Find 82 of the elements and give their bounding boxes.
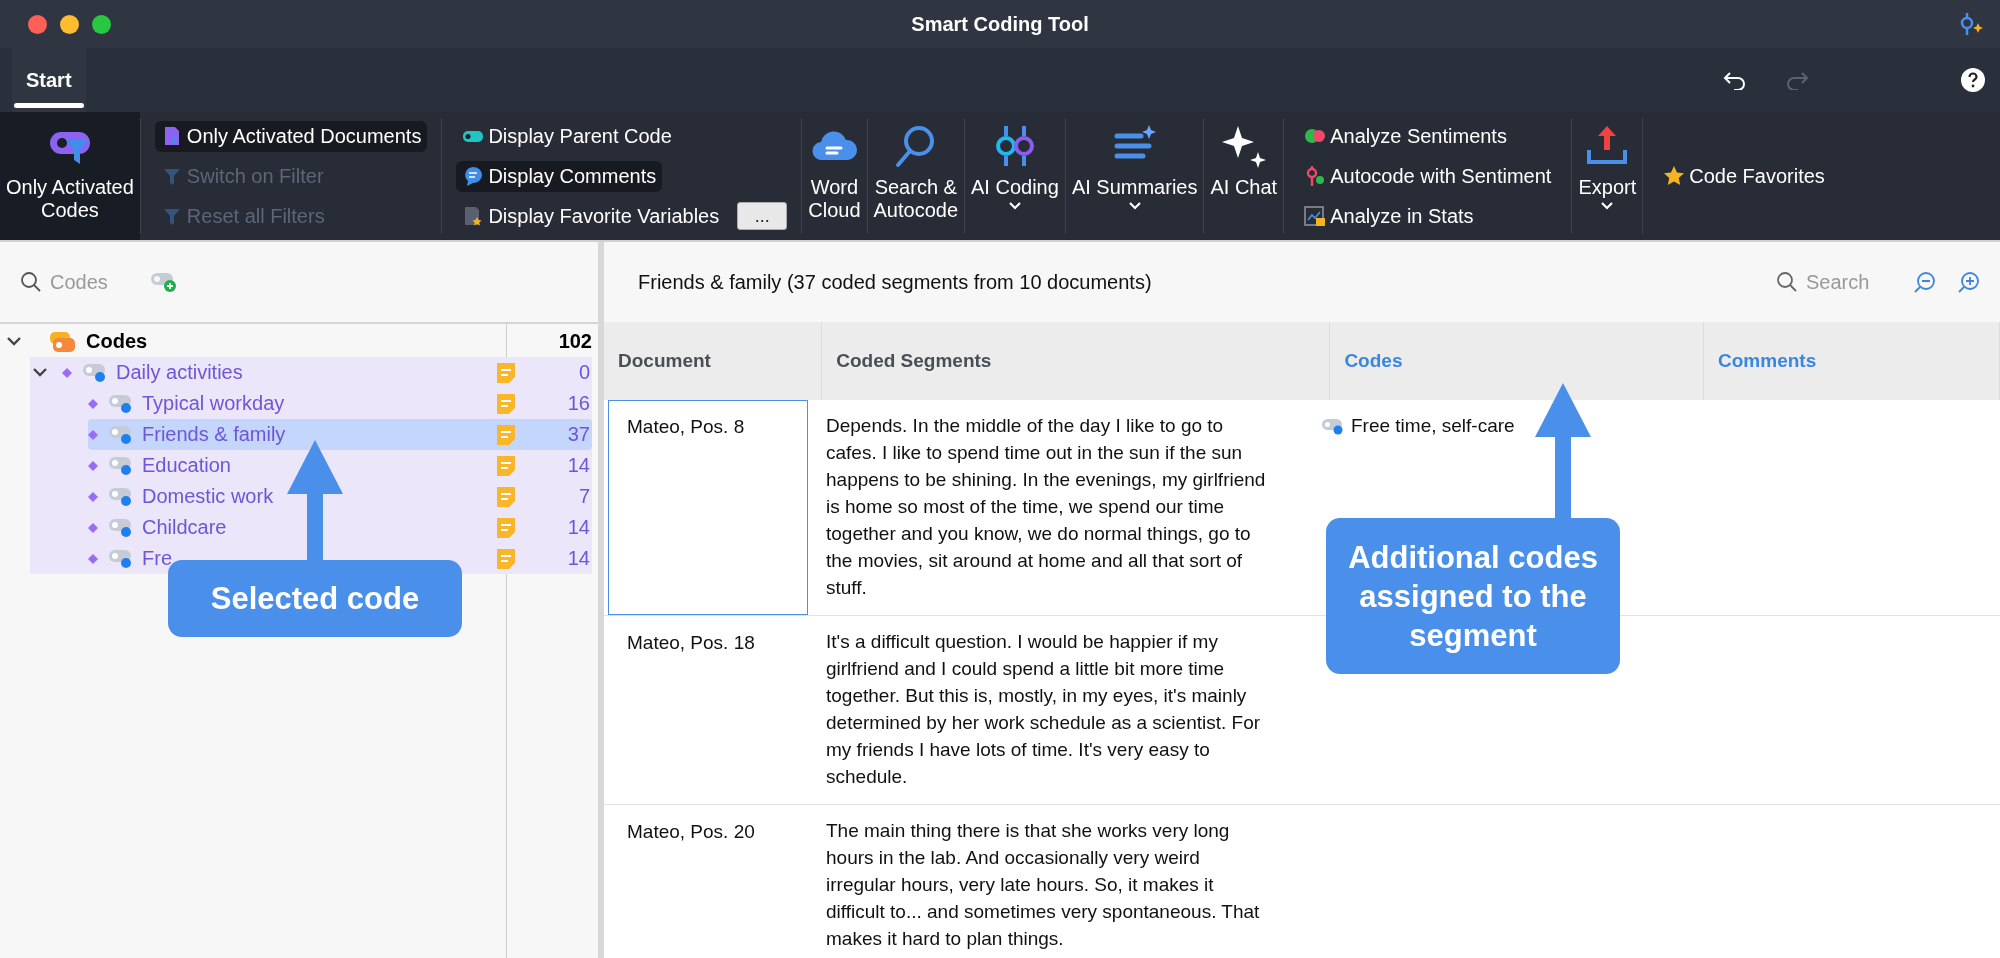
- code-count: 7: [577, 485, 590, 508]
- code-count: 16: [566, 392, 590, 415]
- code-count: 14: [566, 454, 590, 477]
- ribbon-button[interactable]: AI Coding: [965, 112, 1065, 240]
- callout-tooltip: Additional codes assigned to the segment: [1326, 518, 1620, 674]
- chart-icon: [1304, 205, 1327, 227]
- diamond-icon: [88, 491, 98, 502]
- ribbon-button[interactable]: Only Activated Codes: [0, 112, 140, 240]
- code-count: 14: [566, 516, 590, 539]
- code-label: Childcare: [142, 516, 227, 539]
- search-icon: [1776, 271, 1798, 293]
- ribbon-button[interactable]: Display Favorite Variables: [456, 200, 726, 232]
- close-window-button[interactable]: [28, 14, 47, 34]
- ribbon-button[interactable]: Only Activated Documents: [154, 120, 428, 152]
- code-row[interactable]: Friends & family 37: [88, 419, 592, 450]
- pin-icon: [1304, 165, 1327, 187]
- memo-icon[interactable]: [494, 453, 518, 478]
- sparkle-pin-icon[interactable]: [1958, 11, 1984, 37]
- diamond-icon: [88, 553, 98, 564]
- zoom-out-icon[interactable]: [1914, 271, 1936, 293]
- memo-icon[interactable]: [494, 360, 518, 385]
- diamond-icon: [88, 429, 98, 440]
- code-label: Friends & family: [142, 423, 286, 446]
- tree-root-label[interactable]: Codes: [86, 330, 148, 353]
- document-star-icon: [462, 205, 485, 227]
- code-label: Education: [142, 454, 231, 477]
- segment-text: Depends. In the middle of the day I like to go to cafes. I like to spend time out in the sun if the sun happens to be shining. In the evenings, my girlfriend is home so most of the time, we spend our time together and you know, we do normal things, go to the movies, sit around at home and all that sort of stuff.: [825, 414, 1267, 600]
- segments-title: Friends & family (37 coded segments from 10 documents): [638, 270, 1152, 294]
- star-icon: [1663, 165, 1686, 187]
- diamond-icon: [88, 460, 98, 471]
- code-count: 102: [558, 330, 592, 353]
- code-label: Free time, self-care: [1351, 414, 1515, 438]
- document-cell[interactable]: Mateo, Pos. 20: [608, 805, 808, 958]
- comment-icon: [462, 165, 485, 187]
- ribbon-button[interactable]: Analyze Sentiments: [1298, 120, 1513, 152]
- memo-icon[interactable]: [494, 546, 518, 571]
- window-title: Smart Coding Tool: [911, 12, 1089, 36]
- collapse-chevron-icon[interactable]: [6, 335, 22, 348]
- code-row[interactable]: Typical workday 16: [88, 388, 592, 419]
- ribbon-button[interactable]: Autocode with Sentiment: [1298, 160, 1558, 192]
- ribbon-button[interactable]: Analyze in Stats: [1298, 200, 1480, 232]
- ribbon-button[interactable]: Code Favorites: [1657, 160, 1831, 192]
- document-cell[interactable]: Mateo, Pos. 18: [608, 616, 808, 804]
- document-cell[interactable]: Mateo, Pos. 8: [608, 400, 808, 615]
- search-icon: [20, 271, 42, 293]
- segment-text: It's a difficult question. I would be happier if my girlfriend and I could spend a little bit more time together. But this is, mostly, in my eyes, it's mainly determined by her work schedule as a scientist. For my friends I have lots of time. It's very easy to schedule.: [825, 630, 1262, 789]
- code-search-field[interactable]: Codes: [20, 269, 122, 295]
- segment-text: The main thing there is that she works very long hours in the lab. And occasionally very weird irregular hours, very late hours. So, it makes it difficult to... and sometimes very spontaneous. That makes it hard to plan things.: [825, 819, 1261, 951]
- maximize-window-button[interactable]: [92, 14, 111, 34]
- minimize-window-button[interactable]: [60, 14, 79, 34]
- add-code-icon[interactable]: [150, 270, 178, 294]
- diamond-icon: [62, 367, 72, 378]
- code-count: 0: [577, 361, 590, 384]
- memo-icon[interactable]: [494, 484, 518, 509]
- ribbon-button[interactable]: Display Parent Code: [456, 120, 678, 152]
- help-icon[interactable]: [1960, 67, 1986, 93]
- ribbon-button[interactable]: Search & Autocode: [867, 112, 965, 240]
- ribbon-button[interactable]: Export: [1572, 112, 1643, 240]
- column-header[interactable]: Document: [604, 322, 823, 400]
- collapse-chevron-icon[interactable]: [32, 366, 48, 379]
- code-label: Daily activities: [116, 361, 243, 384]
- undo-icon[interactable]: [1722, 70, 1748, 90]
- ribbon-button[interactable]: AI Summaries: [1065, 112, 1204, 240]
- more-button[interactable]: ...: [737, 202, 788, 230]
- diamond-icon: [88, 398, 98, 409]
- column-header[interactable]: Coded Segments: [822, 322, 1331, 400]
- zoom-in-icon[interactable]: [1958, 271, 1980, 293]
- memo-icon[interactable]: [494, 391, 518, 416]
- diamond-icon: [88, 522, 98, 533]
- ribbon-button[interactable]: Word Cloud: [802, 112, 867, 240]
- memo-icon[interactable]: [494, 515, 518, 540]
- memo-icon[interactable]: [494, 422, 518, 447]
- code-label: Typical workday: [142, 392, 285, 415]
- ribbon-button[interactable]: Display Comments: [456, 160, 663, 192]
- code-count: 37: [566, 423, 590, 446]
- code-folder-icon: [48, 329, 76, 354]
- ribbon-tab[interactable]: Start: [12, 48, 86, 112]
- code-count: 14: [566, 547, 590, 570]
- code-row[interactable]: Daily activities 0: [30, 357, 592, 388]
- code-label: Domestic work: [142, 485, 274, 508]
- segment-search-field[interactable]: Search: [1776, 269, 1878, 295]
- ribbon-button[interactable]: AI Chat: [1204, 112, 1284, 240]
